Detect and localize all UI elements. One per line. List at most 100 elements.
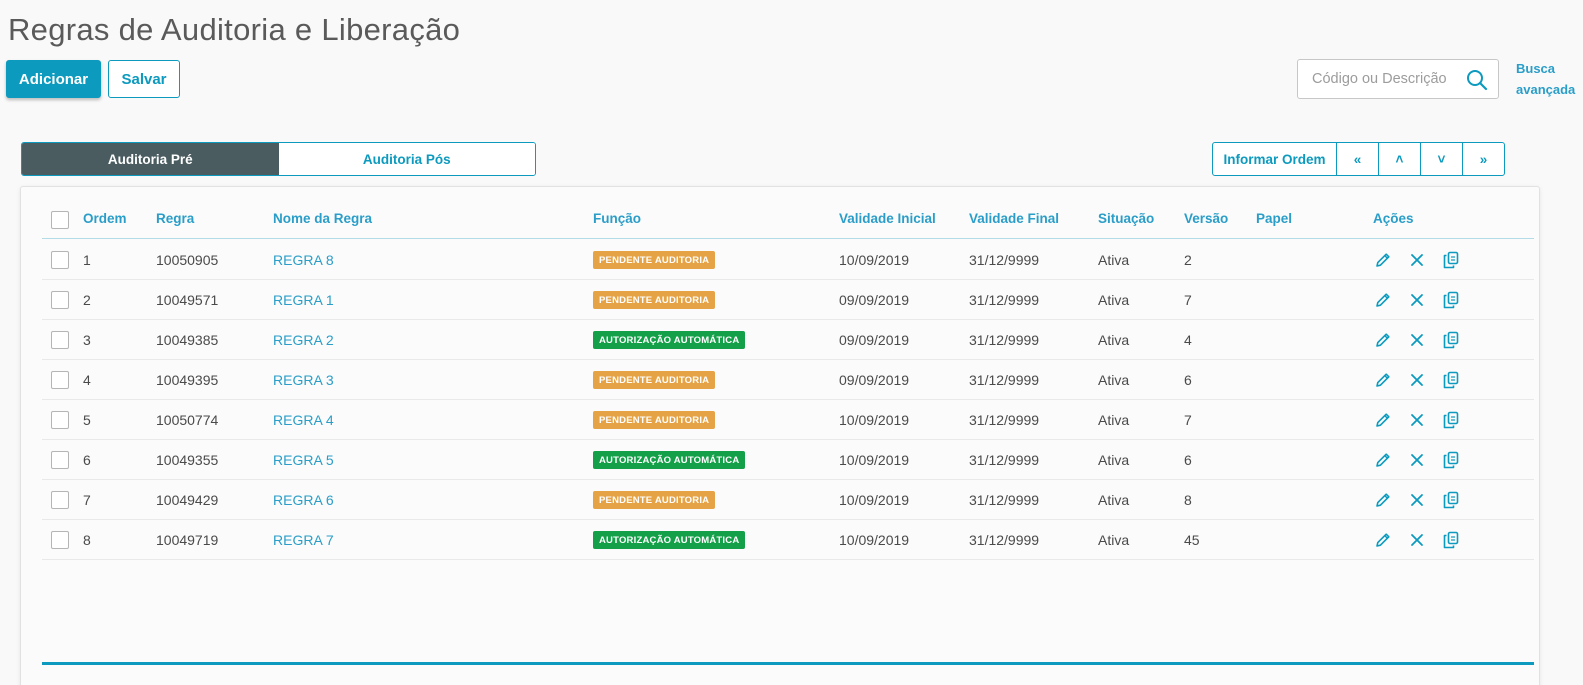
- delete-icon[interactable]: [1407, 290, 1427, 310]
- cell-nome-regra-link[interactable]: REGRA 8: [273, 252, 334, 268]
- table-row[interactable]: 7 10049429 REGRA 6 PENDENTE AUDITORIA 10/09/…: [42, 480, 1534, 520]
- edit-icon[interactable]: [1373, 370, 1393, 390]
- delete-icon[interactable]: [1407, 450, 1427, 470]
- edit-icon[interactable]: [1373, 330, 1393, 350]
- table-row[interactable]: 5 10050774 REGRA 4 PENDENTE AUDITORIA 10/09/…: [42, 400, 1534, 440]
- cell-ordem: 8: [83, 532, 91, 548]
- edit-icon[interactable]: [1373, 290, 1393, 310]
- header-ordem[interactable]: Ordem: [83, 211, 127, 226]
- tab-auditoria-pre[interactable]: Auditoria Pré: [22, 143, 279, 175]
- move-up-button[interactable]: ˄: [1378, 143, 1420, 175]
- cell-regra: 10050905: [156, 252, 219, 268]
- advanced-search-line2: avançada: [1516, 82, 1576, 97]
- table-row[interactable]: 2 10049571 REGRA 1 PENDENTE AUDITORIA 09/09/…: [42, 280, 1534, 320]
- copy-icon[interactable]: [1441, 490, 1461, 510]
- copy-icon[interactable]: [1441, 250, 1461, 270]
- header-validade-inicial[interactable]: Validade Inicial: [839, 211, 936, 226]
- cell-nome-regra-link[interactable]: REGRA 6: [273, 492, 334, 508]
- cell-validade-inicial: 09/09/2019: [839, 332, 910, 348]
- cell-situacao: Ativa: [1098, 332, 1130, 348]
- row-checkbox[interactable]: [51, 371, 69, 389]
- search-icon[interactable]: [1465, 68, 1489, 92]
- delete-icon[interactable]: [1407, 330, 1427, 350]
- row-checkbox[interactable]: [51, 531, 69, 549]
- copy-icon[interactable]: [1441, 370, 1461, 390]
- save-button[interactable]: Salvar: [108, 60, 180, 98]
- cell-ordem: 2: [83, 292, 91, 308]
- cell-nome-regra-link[interactable]: REGRA 2: [273, 332, 334, 348]
- header-nome-regra[interactable]: Nome da Regra: [273, 211, 372, 226]
- header-regra[interactable]: Regra: [156, 211, 194, 226]
- cell-situacao: Ativa: [1098, 412, 1130, 428]
- cell-regra: 10049395: [156, 372, 219, 388]
- copy-icon[interactable]: [1441, 530, 1461, 550]
- move-last-button[interactable]: »: [1462, 143, 1504, 175]
- edit-icon[interactable]: [1373, 410, 1393, 430]
- add-button[interactable]: Adicionar: [6, 60, 101, 98]
- tab-auditoria-pos[interactable]: Auditoria Pós: [278, 143, 535, 175]
- table-row[interactable]: 8 10049719 REGRA 7 AUTORIZAÇÃO AUTOMÁTICA 10…: [42, 520, 1534, 560]
- cell-validade-final: 31/12/9999: [969, 332, 1040, 348]
- row-checkbox[interactable]: [51, 331, 69, 349]
- header-versao[interactable]: Versão: [1184, 211, 1228, 226]
- cell-ordem: 5: [83, 412, 91, 428]
- copy-icon[interactable]: [1441, 330, 1461, 350]
- cell-nome-regra-link[interactable]: REGRA 7: [273, 532, 334, 548]
- cell-regra: 10049385: [156, 332, 219, 348]
- row-checkbox[interactable]: [51, 451, 69, 469]
- copy-icon[interactable]: [1441, 290, 1461, 310]
- header-validade-final[interactable]: Validade Final: [969, 211, 1059, 226]
- inform-order-button[interactable]: Informar Ordem: [1213, 143, 1336, 175]
- edit-icon[interactable]: [1373, 250, 1393, 270]
- cell-nome-regra-link[interactable]: REGRA 5: [273, 452, 334, 468]
- row-checkbox[interactable]: [51, 491, 69, 509]
- cell-nome-regra-link[interactable]: REGRA 4: [273, 412, 334, 428]
- select-all-checkbox[interactable]: [51, 211, 69, 229]
- search-input[interactable]: [1298, 61, 1458, 97]
- cell-versao: 4: [1184, 332, 1192, 348]
- advanced-search-link[interactable]: Busca avançada: [1516, 58, 1578, 100]
- cell-validade-final: 31/12/9999: [969, 492, 1040, 508]
- cell-versao: 7: [1184, 412, 1192, 428]
- search-box: [1297, 59, 1499, 99]
- cell-versao: 2: [1184, 252, 1192, 268]
- header-papel[interactable]: Papel: [1256, 211, 1292, 226]
- cell-validade-inicial: 09/09/2019: [839, 372, 910, 388]
- copy-icon[interactable]: [1441, 410, 1461, 430]
- delete-icon[interactable]: [1407, 250, 1427, 270]
- cell-nome-regra-link[interactable]: REGRA 3: [273, 372, 334, 388]
- edit-icon[interactable]: [1373, 530, 1393, 550]
- cell-validade-inicial: 10/09/2019: [839, 452, 910, 468]
- table-header: Ordem Regra Nome da Regra Função Validad…: [42, 201, 1534, 239]
- delete-icon[interactable]: [1407, 370, 1427, 390]
- funcao-badge: PENDENTE AUDITORIA: [593, 251, 716, 269]
- move-first-button[interactable]: «: [1336, 143, 1378, 175]
- delete-icon[interactable]: [1407, 530, 1427, 550]
- page-title: Regras de Auditoria e Liberação: [8, 12, 461, 47]
- cell-ordem: 3: [83, 332, 91, 348]
- table-row[interactable]: 6 10049355 REGRA 5 AUTORIZAÇÃO AUTOMÁTICA 10…: [42, 440, 1534, 480]
- copy-icon[interactable]: [1441, 450, 1461, 470]
- cell-nome-regra-link[interactable]: REGRA 1: [273, 292, 334, 308]
- cell-validade-inicial: 10/09/2019: [839, 412, 910, 428]
- header-acoes: Ações: [1373, 211, 1414, 226]
- cell-validade-final: 31/12/9999: [969, 372, 1040, 388]
- cell-versao: 45: [1184, 532, 1200, 548]
- row-checkbox[interactable]: [51, 291, 69, 309]
- cell-regra: 10049571: [156, 292, 219, 308]
- cell-situacao: Ativa: [1098, 452, 1130, 468]
- cell-ordem: 4: [83, 372, 91, 388]
- table-row[interactable]: 1 10050905 REGRA 8 PENDENTE AUDITORIA 10/09/…: [42, 240, 1534, 280]
- delete-icon[interactable]: [1407, 490, 1427, 510]
- table-row[interactable]: 3 10049385 REGRA 2 AUTORIZAÇÃO AUTOMÁTICA 09…: [42, 320, 1534, 360]
- table-row[interactable]: 4 10049395 REGRA 3 PENDENTE AUDITORIA 09/09/…: [42, 360, 1534, 400]
- move-down-button[interactable]: ˅: [1420, 143, 1462, 175]
- edit-icon[interactable]: [1373, 490, 1393, 510]
- row-checkbox[interactable]: [51, 251, 69, 269]
- edit-icon[interactable]: [1373, 450, 1393, 470]
- delete-icon[interactable]: [1407, 410, 1427, 430]
- row-checkbox[interactable]: [51, 411, 69, 429]
- header-funcao[interactable]: Função: [593, 211, 641, 226]
- cell-validade-final: 31/12/9999: [969, 252, 1040, 268]
- header-situacao[interactable]: Situação: [1098, 211, 1154, 226]
